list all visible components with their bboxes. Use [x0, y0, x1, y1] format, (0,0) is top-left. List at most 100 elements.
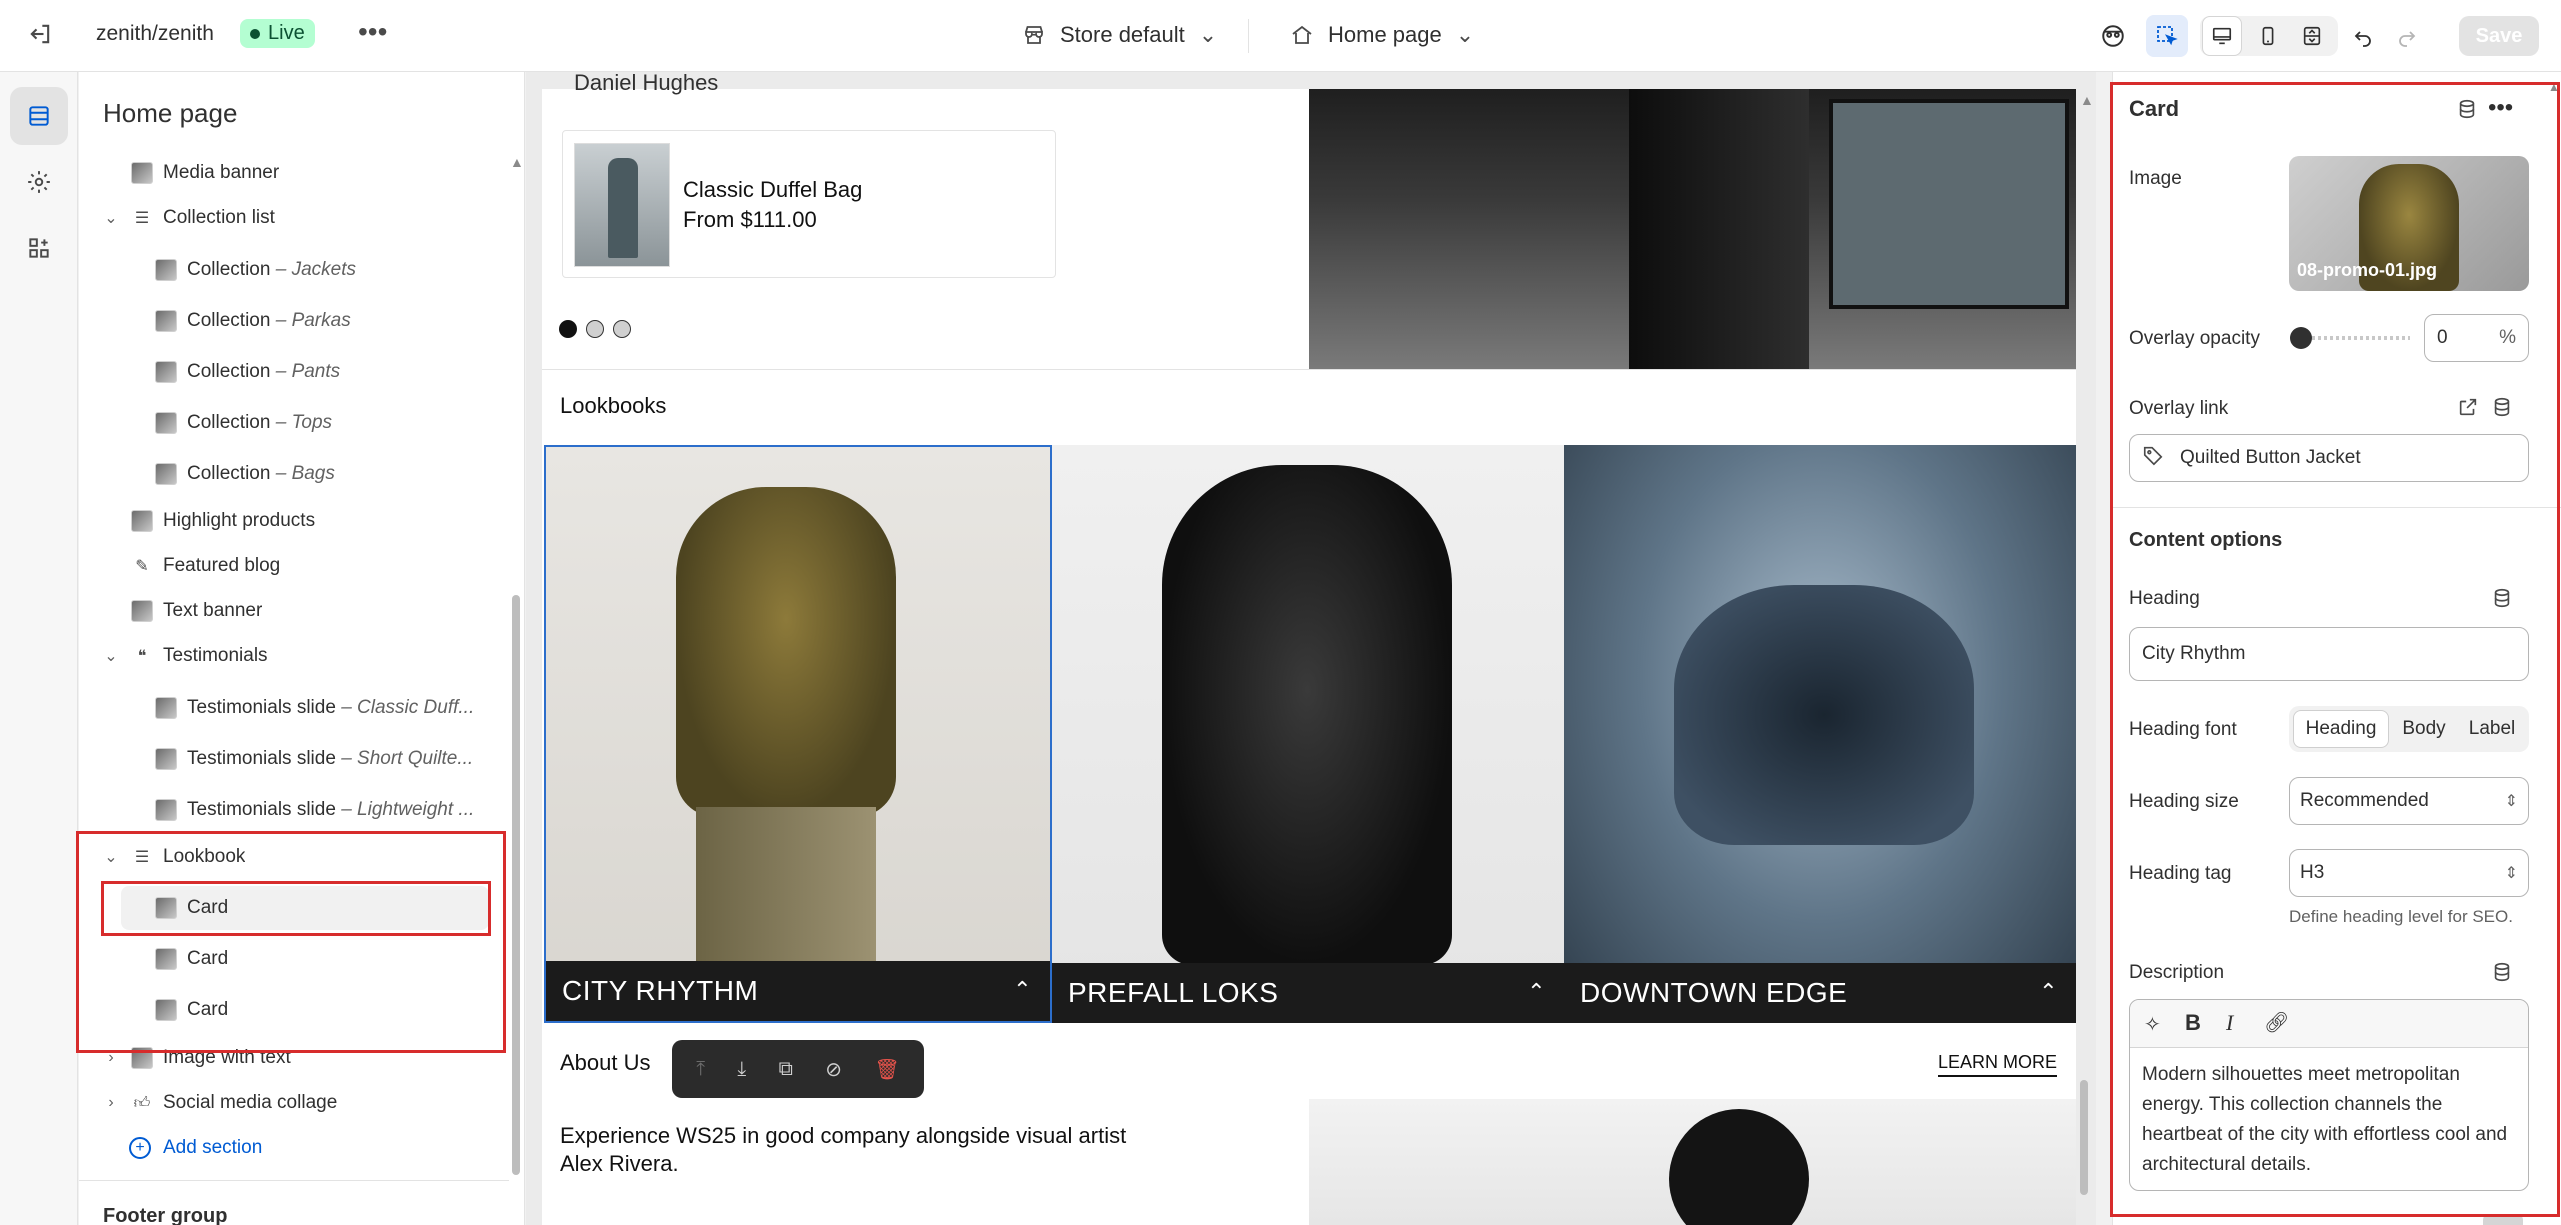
eye-icon[interactable]: [2092, 15, 2134, 57]
sections-icon[interactable]: [10, 87, 68, 145]
chevron-up-icon[interactable]: ⌃: [1013, 977, 1032, 1003]
redo-icon[interactable]: [2386, 15, 2428, 57]
product-price: From $111.00: [683, 207, 817, 232]
tree-item-collection-pants[interactable]: Collection – Pants: [79, 350, 509, 394]
delete-icon[interactable]: 🗑︎: [874, 1057, 899, 1082]
slide-dot-active[interactable]: [559, 320, 577, 338]
chevron-up-icon[interactable]: ⌃: [2039, 979, 2058, 1005]
image-icon: [155, 463, 177, 485]
quote-icon: ❝: [137, 648, 147, 665]
learn-more-link[interactable]: LEARN MORE: [1938, 1052, 2058, 1077]
tree-item-testimonials-slide-1[interactable]: Testimonials slide – Classic Duff...: [79, 686, 509, 730]
product-thumbnail: [574, 143, 670, 267]
tree-item-label: Collection list: [163, 207, 275, 228]
testimonial-author: Daniel Hughes: [574, 70, 719, 95]
inspector-icon[interactable]: [2146, 15, 2188, 57]
lookbook-card-title: CITY RHYTHM: [562, 975, 759, 1006]
hair-shape: [1669, 1109, 1809, 1225]
window-shape: [1829, 99, 2069, 309]
tree-item-label: Collection: [187, 463, 271, 484]
highlight-box-lookbook: [76, 831, 506, 1053]
chevron-down-icon: ⌄: [1198, 22, 1218, 47]
tree-item-sublabel: – Short Quilte...: [341, 748, 474, 769]
move-up-icon[interactable]: ⤒: [696, 1058, 705, 1081]
sidebar-title: Home page: [103, 98, 238, 128]
duplicate-icon[interactable]: ⧉: [779, 1058, 793, 1081]
chevron-down-icon[interactable]: ⌄: [101, 208, 121, 228]
tree-item-label: Featured blog: [163, 555, 281, 576]
lookbook-card-1[interactable]: CITY RHYTHM ⌃: [544, 445, 1052, 1023]
exit-icon[interactable]: [26, 20, 54, 48]
product-figure: [608, 158, 638, 258]
lookbook-card-3[interactable]: DOWNTOWN EDGE ⌃: [1564, 445, 2076, 1023]
thumb-icon: 👍︎: [133, 1094, 151, 1112]
mobile-icon[interactable]: [2248, 16, 2288, 56]
more-icon[interactable]: •••: [358, 16, 387, 48]
undo-icon[interactable]: [2342, 15, 2384, 57]
tree-item-text-banner[interactable]: Text banner: [79, 589, 509, 633]
tree-item-collection-list[interactable]: ⌄ ☰ Collection list: [79, 196, 509, 240]
image-icon: [155, 310, 177, 332]
figure-shape: [1629, 89, 1809, 369]
tree-item-label: Collection: [187, 412, 271, 433]
lookbook-card-caption: CITY RHYTHM ⌃: [546, 961, 1050, 1021]
tree-item-media-banner[interactable]: Media banner: [79, 151, 509, 195]
tree-item-testimonials-slide-3[interactable]: Testimonials slide – Lightweight ...: [79, 788, 509, 832]
chevron-up-icon[interactable]: ⌃: [1527, 979, 1546, 1005]
tree-item-collection-jackets[interactable]: Collection – Jackets: [79, 248, 509, 292]
slide-dot[interactable]: [613, 320, 631, 338]
scroll-up-icon[interactable]: ▲: [2080, 92, 2094, 108]
image-icon: [131, 510, 153, 532]
tree-item-sublabel: – Classic Duff...: [341, 697, 475, 718]
about-text: Experience WS25 in good company alongsid…: [560, 1123, 1127, 1176]
tree-item-sublabel: – Tops: [275, 412, 333, 433]
desktop-icon[interactable]: [2202, 16, 2242, 56]
scroll-up-icon[interactable]: ▲: [510, 154, 524, 170]
about-heading: About Us: [560, 1050, 651, 1075]
hero-image-top: [1309, 89, 2076, 369]
lookbook-card-caption: PREFALL LOKS ⌃: [1052, 963, 1564, 1023]
hide-icon[interactable]: ⊘: [825, 1057, 842, 1082]
chevron-right-icon[interactable]: ›: [101, 1094, 121, 1112]
tree-item-collection-bags[interactable]: Collection – Bags: [79, 452, 509, 496]
status-text: Live: [268, 22, 305, 44]
tree-item-social-media-collage[interactable]: › 👍︎ Social media collage: [79, 1081, 509, 1125]
fullwidth-icon[interactable]: [2292, 16, 2332, 56]
lookbooks-heading: Lookbooks: [560, 393, 667, 418]
tree-item-testimonials-slide-2[interactable]: Testimonials slide – Short Quilte...: [79, 737, 509, 781]
home-icon: [1292, 25, 1312, 44]
tree-item-label: Testimonials slide: [187, 697, 336, 718]
tree-item-testimonials[interactable]: ⌄ ❝ Testimonials: [79, 634, 509, 678]
chevron-down-icon[interactable]: ⌄: [101, 646, 121, 666]
slide-dot[interactable]: [586, 320, 604, 338]
product-name[interactable]: Classic Duffel Bag: [683, 177, 862, 203]
tree-item-label: Media banner: [163, 162, 280, 183]
page-selector[interactable]: Home page ⌄: [1290, 22, 1474, 48]
pants-shape: [696, 807, 876, 967]
add-section-button[interactable]: + Add section: [79, 1126, 509, 1170]
product-card[interactable]: Classic Duffel Bag From $111.00: [562, 130, 1056, 278]
tree-item-highlight-products[interactable]: Highlight products: [79, 499, 509, 543]
apps-icon[interactable]: [10, 219, 68, 277]
tree-item-collection-parkas[interactable]: Collection – Parkas: [79, 299, 509, 343]
device-toggle: [2200, 16, 2338, 56]
theme-selector-label: Store default: [1060, 22, 1185, 47]
sidebar-scrollbar[interactable]: [512, 595, 520, 1175]
tree-item-sublabel: – Jackets: [275, 259, 356, 280]
theme-selector[interactable]: Store default ⌄: [1022, 22, 1217, 48]
tree-item-label: Testimonials slide: [187, 748, 336, 769]
tree-item-featured-blog[interactable]: ✎ Featured blog: [79, 544, 509, 588]
lookbook-card-2[interactable]: PREFALL LOKS ⌃: [1052, 445, 1564, 1023]
tree-item-collection-tops[interactable]: Collection – Tops: [79, 401, 509, 445]
about-image: [1309, 1099, 2076, 1225]
preview-scrollbar[interactable]: [2080, 1080, 2088, 1195]
image-icon: [155, 748, 177, 770]
save-button[interactable]: Save: [2459, 16, 2539, 56]
highlight-box-panel: [2110, 82, 2560, 1217]
tree-item-label: Testimonials: [163, 645, 268, 666]
settings-icon[interactable]: [10, 153, 68, 211]
tree-item-sublabel: – Lightweight ...: [341, 799, 475, 820]
footer-group-label[interactable]: Footer group: [103, 1205, 227, 1225]
move-down-icon[interactable]: ⤓: [737, 1058, 746, 1081]
bag-shape: [1674, 585, 1974, 845]
